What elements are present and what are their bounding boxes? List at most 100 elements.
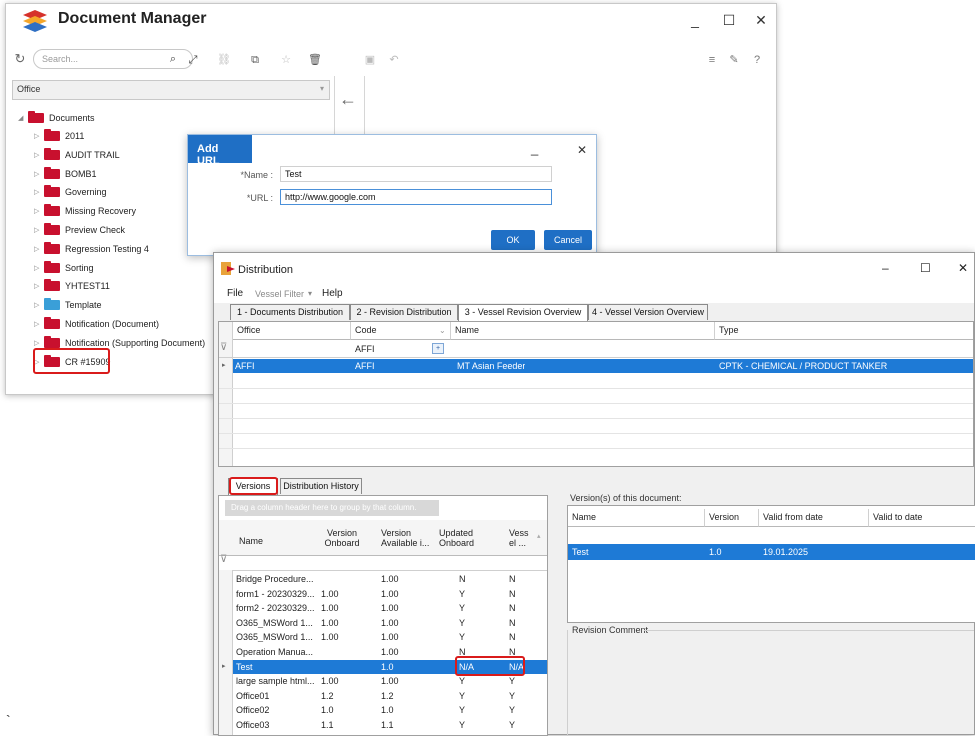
window-title: Distribution	[238, 264, 294, 276]
column-header-code[interactable]: Code	[351, 322, 451, 340]
expand-arrow-icon[interactable]: ▷	[34, 226, 44, 234]
tab-vessel-version-overview[interactable]: 4 - Vessel Version Overview	[588, 304, 708, 320]
filter-code-value[interactable]: AFFI	[355, 344, 375, 354]
refresh-icon[interactable]: ↻	[13, 52, 27, 66]
column-header-office[interactable]: Office	[233, 322, 351, 340]
close-button[interactable]: ✕	[753, 12, 769, 28]
table-row[interactable]: Office01 1.2 1.2 Y Y	[233, 689, 547, 703]
edit-icon[interactable]: ✎	[727, 53, 741, 67]
expand-arrow-icon[interactable]: ▷	[34, 301, 44, 309]
expand-arrow-icon[interactable]: ▷	[34, 282, 44, 290]
menu-vessel-filter[interactable]: Vessel Filter	[255, 289, 304, 299]
tree-root-documents[interactable]: ◢ Documents	[18, 110, 95, 126]
tree-item[interactable]: ▷ Template	[34, 297, 102, 313]
column-header-version[interactable]: Version	[705, 509, 759, 527]
close-button[interactable]: ✕	[577, 143, 587, 157]
tree-item[interactable]: ▷ Notification (Document)	[34, 316, 159, 332]
group-by-panel[interactable]: Drag a column header here to group by th…	[225, 500, 439, 516]
table-row[interactable]: Test 1.0 19.01.2025	[568, 544, 975, 560]
search-icon[interactable]: ⌕	[166, 52, 180, 66]
tree-item[interactable]: ▷ Preview Check	[34, 222, 125, 238]
tree-item[interactable]: ▷ Sorting	[34, 260, 94, 276]
column-header-vessel[interactable]: Vess el ...	[509, 528, 531, 548]
cell-version-onboard: 1.2	[321, 690, 334, 701]
tree-item[interactable]: ▷ AUDIT TRAIL	[34, 147, 120, 163]
help-icon[interactable]: ?	[750, 53, 764, 67]
row-pointer-icon: ▸	[222, 362, 226, 369]
back-arrow-icon[interactable]: ←	[339, 89, 357, 110]
expand-arrow-icon[interactable]: ▷	[34, 207, 44, 215]
column-header-valid-from[interactable]: Valid from date	[759, 509, 869, 527]
table-row[interactable]: Bridge Procedure... 1.00 N N	[233, 572, 547, 586]
maximize-button[interactable]: ☐	[721, 12, 737, 28]
name-field[interactable]: Test	[280, 166, 552, 182]
column-header-name[interactable]: Name	[239, 536, 263, 546]
column-header-name[interactable]: Name	[451, 322, 715, 340]
tree-item-label: Preview Check	[65, 225, 126, 235]
save-icon[interactable]: ▣	[363, 53, 377, 67]
menu-file[interactable]: File	[227, 288, 243, 299]
tree-item[interactable]: ▷ Governing	[34, 184, 107, 200]
table-row[interactable]: Office02 1.0 1.0 Y Y	[233, 703, 547, 717]
office-dropdown[interactable]: Office ▾	[12, 80, 330, 100]
cell-vessel: Y	[509, 720, 516, 730]
filter-icon[interactable]: ⊽	[220, 342, 227, 353]
folder-icon	[44, 129, 60, 141]
expand-arrow-icon[interactable]: ▷	[34, 132, 44, 140]
menu-help[interactable]: Help	[322, 288, 343, 299]
table-row[interactable]: O365_MSWord 1... 1.00 1.00 Y N	[233, 616, 547, 630]
versions-header: Name Version Onboard Version Available i…	[219, 520, 547, 556]
link-icon[interactable]: ⛓	[217, 53, 231, 67]
column-header-version-onboard[interactable]: Version Onboard	[317, 528, 367, 548]
collapse-arrow-icon[interactable]: ◢	[18, 114, 28, 122]
folder-icon	[44, 241, 60, 254]
expand-arrow-icon[interactable]: ▷	[34, 264, 44, 272]
tree-item[interactable]: ▷ Regression Testing 4	[34, 241, 149, 257]
table-row[interactable]: form1 - 20230329... 1.00 1.00 Y N	[233, 587, 547, 601]
tab-revision-distribution[interactable]: 2 - Revision Distribution	[350, 304, 458, 320]
scroll-up-arrow-icon[interactable]: ▴	[537, 532, 541, 540]
expand-arrow-icon[interactable]: ▷	[34, 339, 44, 347]
filter-operator-icon[interactable]: +	[432, 343, 444, 354]
chevron-down-icon: ▾	[319, 84, 324, 93]
column-header-name[interactable]: Name	[568, 509, 705, 527]
list-icon[interactable]: ≡	[705, 53, 719, 67]
cell-updated-onboard: Y	[459, 690, 466, 701]
column-header-valid-to[interactable]: Valid to date	[869, 509, 975, 527]
expand-arrow-icon[interactable]: ▷	[34, 188, 44, 196]
ok-button[interactable]: OK	[491, 230, 535, 250]
star-icon[interactable]: ☆	[279, 53, 293, 67]
maximize-button[interactable]: ☐	[920, 261, 931, 275]
tab-documents-distribution[interactable]: 1 - Documents Distribution	[230, 304, 350, 320]
table-row[interactable]: O365_MSWord 1... 1.00 1.00 Y N	[233, 630, 547, 644]
tree-item[interactable]: ▷ 2011	[34, 128, 84, 144]
undo-icon[interactable]: ↶	[387, 53, 401, 67]
minimize-button[interactable]: –	[882, 261, 889, 275]
tab-vessel-revision-overview[interactable]: 3 - Vessel Revision Overview	[458, 304, 588, 321]
tree-item-label: Sorting	[65, 262, 94, 273]
expand-arrow-icon[interactable]: ▷	[34, 245, 44, 253]
url-field[interactable]: http://www.google.com	[280, 189, 552, 205]
column-header-updated-onboard[interactable]: Updated Onboard	[439, 528, 479, 548]
cancel-button[interactable]: Cancel	[544, 230, 592, 250]
expand-arrow-icon[interactable]: ▷	[34, 320, 44, 328]
expand-arrow-icon[interactable]: ▷	[34, 151, 44, 159]
table-row[interactable]: large sample html... 1.00 1.00 Y Y	[233, 674, 547, 688]
copy-icon[interactable]: ⧉	[248, 53, 262, 67]
tree-item[interactable]: ▷ Missing Recovery	[34, 203, 136, 219]
expand-icon[interactable]: ⤢	[186, 53, 200, 67]
close-button[interactable]: ✕	[958, 261, 968, 275]
table-row[interactable]: Office03 1.1 1.1 Y Y	[233, 718, 547, 732]
table-row[interactable]: form2 - 20230329... 1.00 1.00 Y N	[233, 601, 547, 615]
minimize-button[interactable]: _	[687, 12, 703, 28]
filter-icon[interactable]: ⊽	[220, 554, 227, 565]
tab-distribution-history[interactable]: Distribution History	[280, 478, 362, 494]
column-header-version-available[interactable]: Version Available i...	[381, 528, 433, 548]
trash-icon[interactable]: 🗑	[308, 53, 322, 67]
table-row[interactable]: AFFI AFFI MT Asian Feeder CPTK - CHEMICA…	[233, 359, 973, 373]
tree-item[interactable]: ▷ BOMB1	[34, 166, 97, 182]
minimize-button[interactable]: _	[531, 141, 538, 156]
column-header-type[interactable]: Type	[715, 322, 973, 340]
tree-item[interactable]: ▷ YHTEST11	[34, 278, 110, 294]
expand-arrow-icon[interactable]: ▷	[34, 170, 44, 178]
